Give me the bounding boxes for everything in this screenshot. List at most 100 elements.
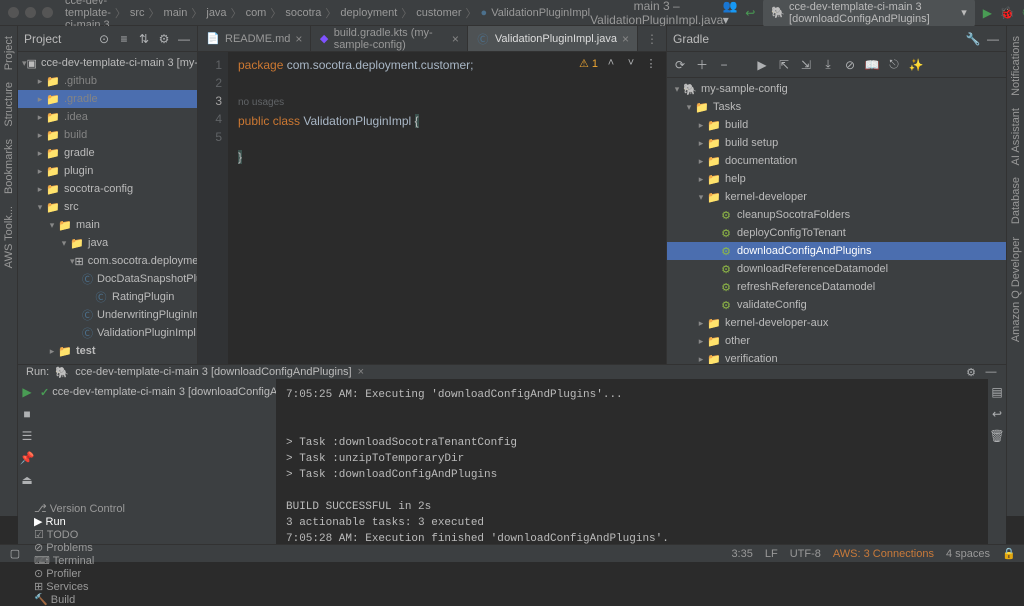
tree-item[interactable]: ▸📁.github xyxy=(18,72,197,90)
line-separator[interactable]: LF xyxy=(765,548,778,560)
tree-item[interactable]: ⚙deployConfigToTenant xyxy=(667,224,1006,242)
breadcrumb-segment[interactable]: java xyxy=(206,7,226,19)
gear-icon[interactable]: ⚙ xyxy=(964,365,978,379)
tree-item[interactable]: ▸📁other xyxy=(667,332,1006,350)
trash-icon[interactable]: 🗑 xyxy=(990,429,1004,443)
window-controls[interactable] xyxy=(8,7,53,18)
tool-window-button[interactable]: ⊘ Problems xyxy=(34,541,125,554)
add-icon[interactable]: ＋ xyxy=(695,58,709,72)
tree-item[interactable]: ⒸDocDataSnapshotPlugin xyxy=(18,270,197,288)
tool-window-button[interactable]: 🔨 Build xyxy=(34,593,125,606)
project-tool-button[interactable]: Project xyxy=(3,30,15,76)
back-arrow-icon[interactable]: ↩ xyxy=(745,6,755,20)
more-icon[interactable]: ⋮ xyxy=(644,56,658,70)
wand-icon[interactable]: ✨ xyxy=(909,58,923,72)
structure-tool-button[interactable]: Structure xyxy=(3,76,15,133)
toolwindow-icon[interactable]: ▢ xyxy=(8,547,22,561)
gear-icon[interactable]: ⚙ xyxy=(157,32,171,46)
tree-item[interactable]: ▾📁src xyxy=(18,198,197,216)
run-task-icon[interactable]: ▶ xyxy=(755,58,769,72)
encoding[interactable]: UTF-8 xyxy=(790,548,821,560)
breadcrumb-segment[interactable]: ValidationPluginImpl xyxy=(491,7,590,19)
tree-item[interactable]: ⚙downloadReferenceDatamodel xyxy=(667,260,1006,278)
cursor-position[interactable]: 3:35 xyxy=(731,548,752,560)
tree-item[interactable]: ▸📁build setup xyxy=(667,134,1006,152)
close-dot[interactable] xyxy=(8,7,19,18)
collapse-all-icon[interactable]: ⇲ xyxy=(799,58,813,72)
rerun-icon[interactable]: ▶ xyxy=(20,385,34,399)
tree-item[interactable]: ⒸRatingPlugin xyxy=(18,288,197,306)
close-icon[interactable]: × xyxy=(622,32,629,46)
tool-window-button[interactable]: ⎇ Version Control xyxy=(34,502,125,515)
close-icon[interactable]: × xyxy=(295,32,302,46)
tool-window-button[interactable]: ⊙ Profiler xyxy=(34,567,125,580)
aws-status[interactable]: AWS: 3 Connections xyxy=(833,548,934,560)
tree-item[interactable]: ▸📁documentation xyxy=(667,152,1006,170)
tree-item[interactable]: ⒸValidationPluginImpl xyxy=(18,324,197,342)
tree-item[interactable]: ▾📁Tasks xyxy=(667,98,1006,116)
debug-icon[interactable]: 🐞 xyxy=(1000,6,1014,20)
tree-item[interactable]: ⒸUnderwritingPluginImpl xyxy=(18,306,197,324)
tree-item[interactable]: ▾📁java xyxy=(18,234,197,252)
hide-icon[interactable]: — xyxy=(986,32,1000,46)
tree-item[interactable]: ⚙refreshReferenceDatamodel xyxy=(667,278,1006,296)
remove-icon[interactable]: − xyxy=(717,58,731,72)
tool-window-button[interactable]: ⌨ Terminal xyxy=(34,554,125,567)
breadcrumb-segment[interactable]: src xyxy=(130,7,145,19)
filter-icon[interactable]: ☰ xyxy=(20,429,34,443)
right-tool-button[interactable]: AI Assistant xyxy=(1010,102,1022,171)
max-dot[interactable] xyxy=(42,7,53,18)
offline-icon[interactable]: ⊘ xyxy=(843,58,857,72)
run-config-selector[interactable]: 🐘 cce-dev-template-ci-main 3 [downloadCo… xyxy=(763,0,974,27)
refresh-icon[interactable]: ⟳ xyxy=(673,58,687,72)
layout-icon[interactable]: ▤ xyxy=(990,385,1004,399)
editor-tab[interactable]: ⒸValidationPluginImpl.java× xyxy=(468,26,638,51)
tree-item[interactable]: ▸📁build xyxy=(667,116,1006,134)
book-icon[interactable]: 📖 xyxy=(865,58,879,72)
right-tool-button[interactable]: Database xyxy=(1010,171,1022,230)
tree-item[interactable]: ▾📁main xyxy=(18,216,197,234)
tree-item[interactable]: ▸📁plugin xyxy=(18,162,197,180)
warning-badge[interactable]: ⚠ 1 xyxy=(579,57,598,70)
analyze-icon[interactable]: ⎋ xyxy=(887,58,901,72)
tree-item[interactable]: ▸📁.gradle xyxy=(18,90,197,108)
breadcrumb-segment[interactable]: com xyxy=(246,7,267,19)
editor-tab[interactable]: ◆build.gradle.kts (my-sample-config)× xyxy=(311,26,467,51)
breadcrumb-segment[interactable]: socotra xyxy=(285,7,321,19)
tool-window-button[interactable]: ☑ TODO xyxy=(34,528,125,541)
tool-window-button[interactable]: ⊞ Services xyxy=(34,580,125,593)
lock-icon[interactable]: 🔒 xyxy=(1002,547,1016,561)
hide-icon[interactable]: — xyxy=(984,365,998,379)
target-icon[interactable]: ⊙ xyxy=(97,32,111,46)
tree-item[interactable]: ▸📁.idea xyxy=(18,108,197,126)
tree-item[interactable]: ▸📁kernel-developer-aux xyxy=(667,314,1006,332)
tree-item[interactable]: ▸📁build xyxy=(18,126,197,144)
tool-window-button[interactable]: ▶ Run xyxy=(34,515,125,528)
soft-wrap-icon[interactable]: ↩ xyxy=(990,407,1004,421)
tree-item[interactable]: ▸📁help xyxy=(667,170,1006,188)
stop-icon[interactable]: ■ xyxy=(20,407,34,421)
editor-tab[interactable]: 📄README.md× xyxy=(198,26,311,51)
breadcrumb-segment[interactable]: deployment xyxy=(340,7,397,19)
close-tab-icon[interactable]: × xyxy=(358,366,364,378)
breadcrumb-segment[interactable]: customer xyxy=(416,7,461,19)
right-tool-button[interactable]: Amazon Q Developer xyxy=(1010,231,1022,348)
wrench-icon[interactable]: 🔧 xyxy=(966,32,980,46)
tree-item[interactable]: ▾▣cce-dev-template-ci-main 3 [my-sample-… xyxy=(18,54,197,72)
pin-icon[interactable]: 📌 xyxy=(20,451,34,465)
close-icon[interactable]: × xyxy=(452,32,459,46)
tree-item[interactable]: ▸📁gradle xyxy=(18,144,197,162)
exit-icon[interactable]: ⏏ xyxy=(20,473,34,487)
editor-tabs[interactable]: 📄README.md×◆build.gradle.kts (my-sample-… xyxy=(198,26,666,52)
run-icon[interactable]: ▶ xyxy=(983,6,992,20)
hide-icon[interactable]: — xyxy=(177,32,191,46)
down-icon[interactable]: ˅ xyxy=(624,56,638,70)
expand-all-icon[interactable]: ⇱ xyxy=(777,58,791,72)
expand-icon[interactable]: ≡ xyxy=(117,32,131,46)
tree-item[interactable]: ▾📁kernel-developer xyxy=(667,188,1006,206)
run-console[interactable]: 7:05:25 AM: Executing 'downloadConfigAnd… xyxy=(276,379,988,555)
tree-item[interactable]: ▸📁test xyxy=(18,342,197,360)
breadcrumb-segment[interactable]: main xyxy=(164,7,188,19)
min-dot[interactable] xyxy=(25,7,36,18)
tree-item[interactable]: ▾⊞com.socotra.deployment.customer xyxy=(18,252,197,270)
